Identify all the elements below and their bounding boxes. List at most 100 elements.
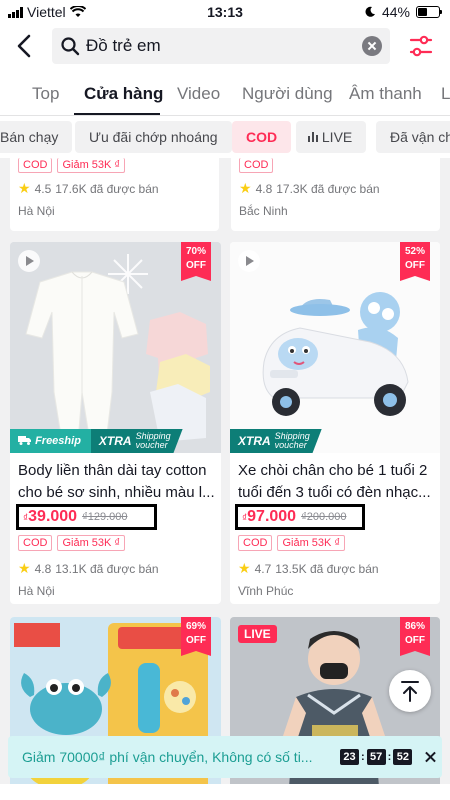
search-header: Đồ trẻ em <box>0 24 450 68</box>
freeship-label: Freeship <box>35 435 81 447</box>
product-meta: ★ 4.5 17.6K đã được bán <box>18 180 159 197</box>
price-highlight: ₫97.000 ₫200.000 <box>235 504 365 530</box>
battery-icon <box>416 6 442 18</box>
close-icon[interactable] <box>424 750 438 764</box>
shipping-badges: XTRA Shipping voucher <box>230 429 322 453</box>
tab-users[interactable]: Người dùng <box>242 84 333 104</box>
original-price: ₫200.000 <box>301 511 347 523</box>
discount-badge: 70% OFF <box>181 242 211 281</box>
search-tabs: Top Cửa hàng Video Người dùng Âm thanh L <box>0 68 450 116</box>
video-play-icon <box>238 250 260 272</box>
arrow-up-icon <box>401 681 419 702</box>
scroll-to-top-button[interactable] <box>389 670 431 712</box>
discount-badge: 86% OFF <box>400 617 430 656</box>
sold-count: 13.5K đã được bán <box>275 561 379 576</box>
discount-badge: 69% OFF <box>181 617 211 656</box>
tag-cod: COD <box>18 158 53 173</box>
moon-icon <box>365 6 375 17</box>
xtra-line2: voucher <box>135 440 168 450</box>
tab-video[interactable]: Video <box>177 84 220 104</box>
xtra-brand: XTRA <box>238 434 271 448</box>
truck-icon <box>18 436 31 445</box>
countdown-timer: 23 : 57 : 52 <box>340 749 413 765</box>
product-card-partial[interactable]: COD Giảm 53K ₫ ★ 4.5 17.6K đã được bán H… <box>10 158 219 231</box>
live-badge: LIVE <box>238 625 277 643</box>
product-title: Xe chòi chân cho bé 1 tuổi 2 tuổi đến 3 … <box>238 462 431 501</box>
tag-cod: COD <box>238 535 273 551</box>
tab-more[interactable]: L <box>441 84 450 104</box>
status-bar: Viettel 13:13 44% <box>0 0 450 24</box>
chip-flash-deals[interactable]: Ưu đãi chớp nhoáng <box>75 121 232 153</box>
product-meta: ★ 4.7 13.5K đã được bán <box>238 560 379 577</box>
xtra-brand: XTRA <box>98 434 132 448</box>
search-input[interactable]: Đồ trẻ em <box>52 28 390 64</box>
search-query: Đồ trẻ em <box>86 36 161 55</box>
product-tags: COD Giảm 53K ₫ <box>18 158 126 173</box>
video-play-icon <box>18 250 40 272</box>
sold-count: 17.6K đã được bán <box>55 181 159 196</box>
timer-hours: 23 <box>340 749 359 765</box>
discount-badge: 52% OFF <box>400 242 430 281</box>
bar-chart-icon <box>308 132 318 142</box>
voucher-banner[interactable]: Giảm 70000₫ phí vận chuyển, Không có số … <box>8 736 442 778</box>
tag-cod: COD <box>18 535 53 551</box>
product-price: ₫97.000 <box>242 508 297 525</box>
voucher-text: Giảm 70000₫ phí vận chuyển, Không có số … <box>22 749 313 765</box>
chip-live[interactable]: LIVE <box>296 121 367 153</box>
product-location: Hà Nội <box>18 584 55 598</box>
filter-icon[interactable] <box>408 33 434 59</box>
xtra-line2: voucher <box>274 440 307 450</box>
product-location: Vĩnh Phúc <box>238 584 294 598</box>
product-location: Hà Nội <box>18 204 55 218</box>
sold-count: 17.3K đã được bán <box>276 181 380 196</box>
product-title: Body liền thân dài tay cotton cho bé sơ … <box>18 462 215 501</box>
timer-seconds: 52 <box>393 749 413 765</box>
product-meta: ★ 4.8 13.1K đã được bán <box>18 560 159 577</box>
rating: 4.8 <box>255 181 273 196</box>
tag-discount: Giảm 53K ₫ <box>277 535 346 551</box>
search-icon <box>61 37 80 56</box>
tag-discount: Giảm 53K ₫ <box>57 535 126 551</box>
xtra-voucher-badge: XTRA Shipping voucher <box>230 429 322 453</box>
product-image: 70% OFF Freeship XTRA Shipping voucher <box>10 242 221 453</box>
product-price: ₫39.000 <box>23 508 78 525</box>
sold-count: 13.1K đã được bán <box>55 561 159 576</box>
tab-sound[interactable]: Âm thanh <box>349 84 422 104</box>
star-icon: ★ <box>238 560 251 576</box>
product-location: Bắc Ninh <box>239 204 288 218</box>
chip-shipped[interactable]: Đã vận chu <box>376 121 450 153</box>
rating: 4.5 <box>34 181 52 196</box>
battery-percent: 44% <box>381 4 410 20</box>
freeship-badge: Freeship <box>10 429 91 453</box>
chip-best-selling[interactable]: Bán chạy <box>0 121 73 153</box>
active-tab-indicator <box>74 113 160 115</box>
product-tags: COD Giảm 53K ₫ <box>238 535 346 551</box>
shipping-badges: Freeship XTRA Shipping voucher <box>10 429 183 453</box>
product-card[interactable]: 70% OFF Freeship XTRA Shipping voucher Bod… <box>10 242 221 604</box>
product-tags: COD <box>239 158 274 173</box>
rating: 4.8 <box>34 561 52 576</box>
product-tags: COD Giảm 53K ₫ <box>18 535 126 551</box>
tag-cod: COD <box>239 158 274 173</box>
product-card-partial[interactable]: COD ★ 4.8 17.3K đã được bán Bắc Ninh <box>231 158 440 231</box>
product-image: 52% OFF XTRA Shipping voucher <box>230 242 440 453</box>
star-icon: ★ <box>18 560 31 576</box>
timer-separator: : <box>361 751 365 763</box>
chip-cod[interactable]: COD <box>232 121 292 153</box>
timer-separator: : <box>387 751 392 763</box>
price-highlight: ₫39.000 ₫129.000 <box>16 504 157 530</box>
filter-chips: Bán chạy Ưu đãi chớp nhoáng COD LIVE Đã … <box>0 116 450 158</box>
tab-shop[interactable]: Cửa hàng <box>84 84 163 104</box>
tab-top[interactable]: Top <box>32 84 59 104</box>
tag-discount: Giảm 53K ₫ <box>57 158 126 173</box>
clear-icon[interactable] <box>362 36 382 56</box>
original-price: ₫129.000 <box>82 511 128 523</box>
timer-minutes: 57 <box>366 749 386 765</box>
star-icon: ★ <box>18 180 31 196</box>
product-meta: ★ 4.8 17.3K đã được bán <box>239 180 380 197</box>
star-icon: ★ <box>239 180 252 196</box>
back-arrow-icon[interactable] <box>12 32 38 60</box>
xtra-voucher-badge: XTRA Shipping voucher <box>90 429 183 453</box>
bottom-safe-area <box>0 784 450 800</box>
product-card[interactable]: 52% OFF XTRA Shipping voucher Xe chòi chân… <box>230 242 440 604</box>
